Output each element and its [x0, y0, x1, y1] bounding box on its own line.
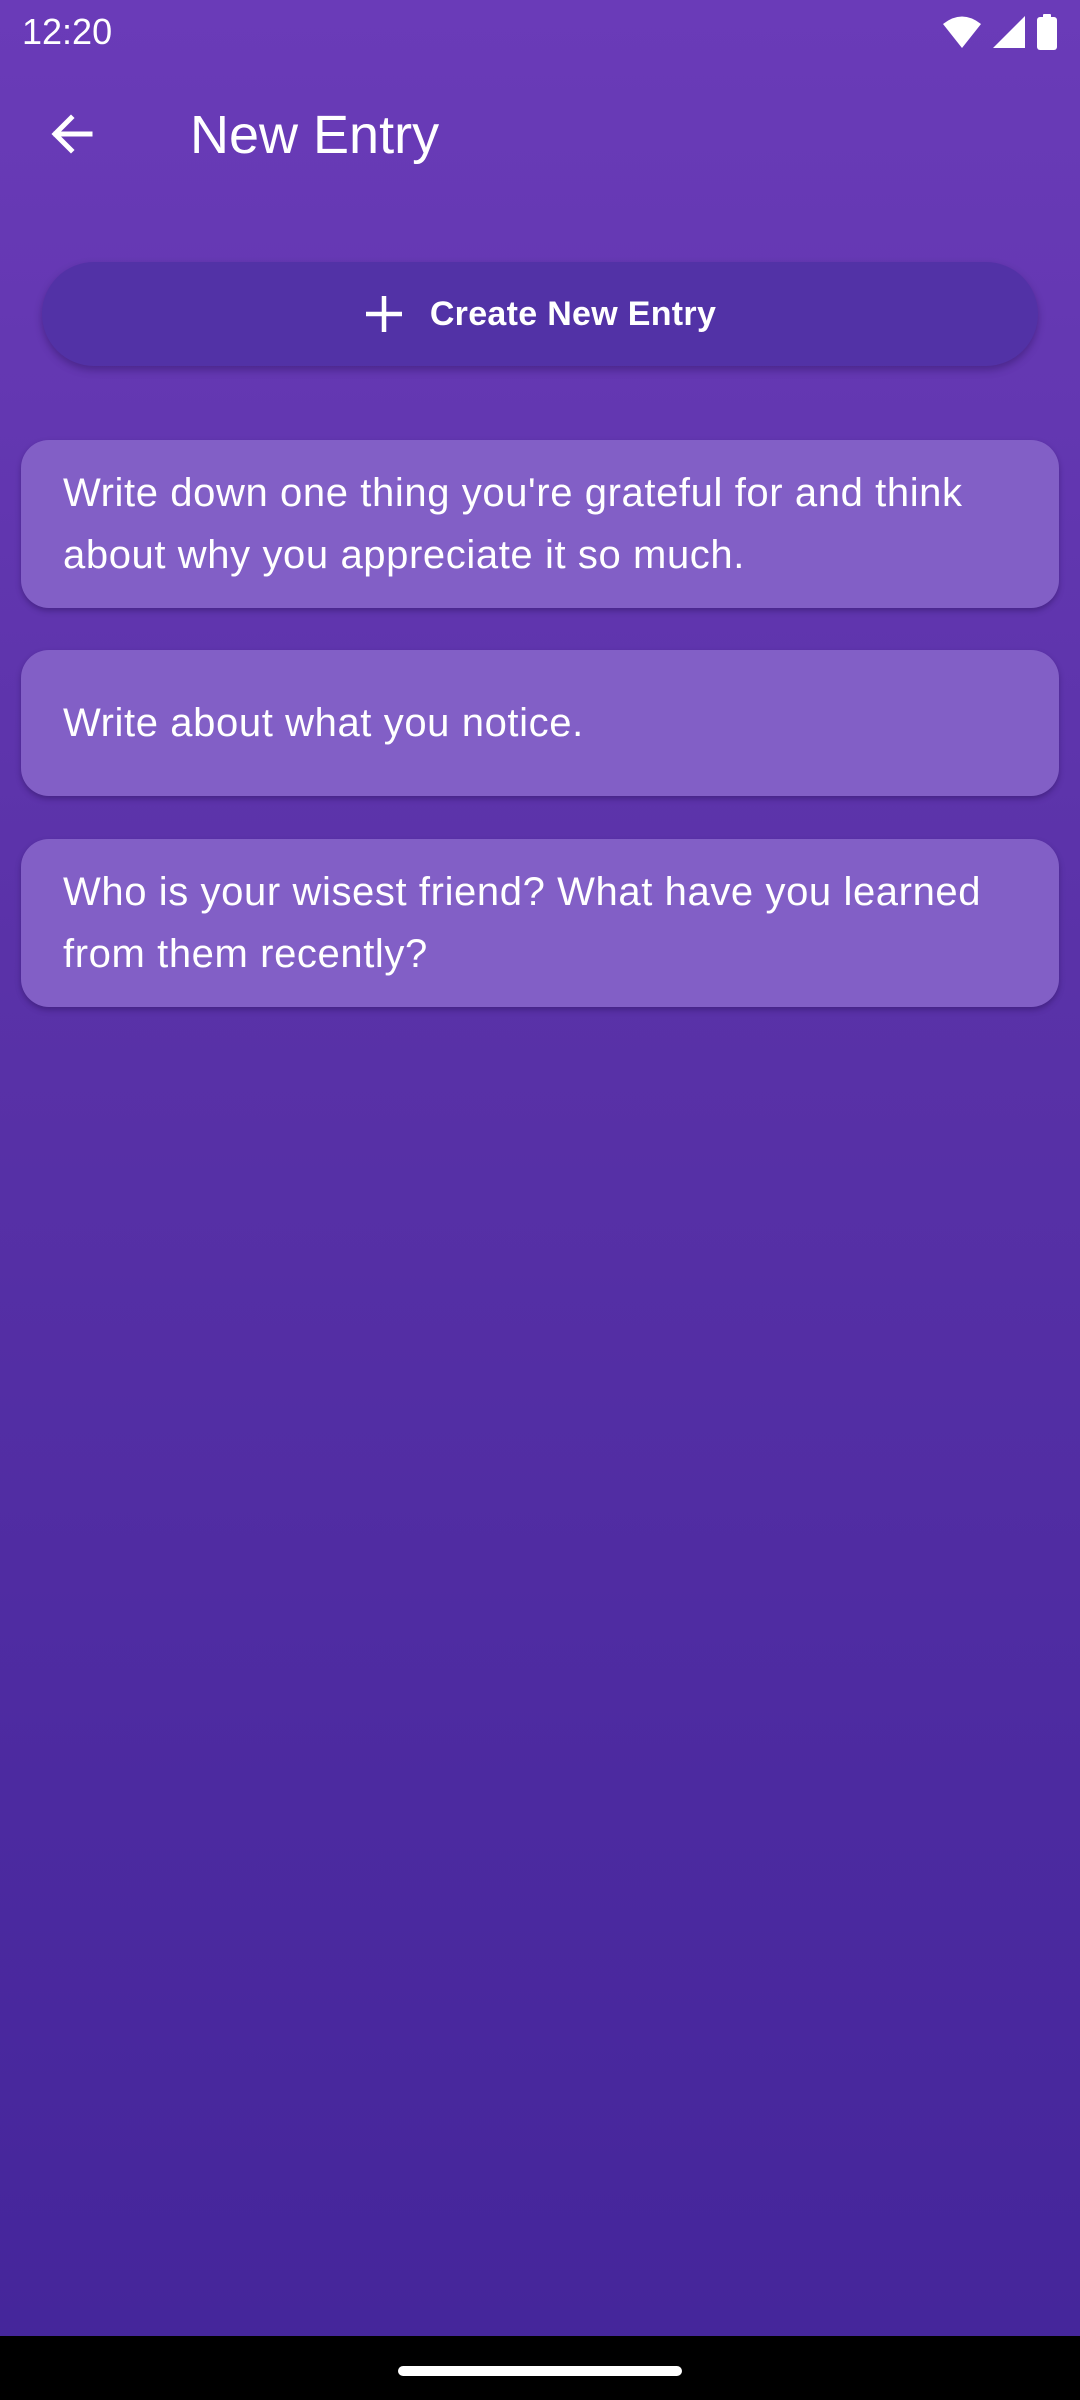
cellular-signal-icon: [992, 15, 1026, 49]
prompt-text: Who is your wisest friend? What have you…: [63, 870, 982, 976]
system-navigation-bar: [0, 2336, 1080, 2400]
status-time: 12:20: [22, 11, 113, 52]
battery-icon: [1036, 14, 1058, 50]
create-new-entry-button[interactable]: Create New Entry: [42, 262, 1038, 366]
wifi-icon: [942, 15, 982, 49]
prompt-card[interactable]: Write down one thing you're grateful for…: [21, 440, 1059, 608]
top-app-bar: New Entry: [0, 64, 1080, 208]
prompt-card[interactable]: Who is your wisest friend? What have you…: [21, 839, 1059, 1007]
status-icons: [942, 12, 1058, 52]
plus-icon: [364, 294, 404, 334]
back-button[interactable]: [32, 96, 112, 176]
status-bar: 12:20: [0, 0, 1080, 64]
prompt-text: Write down one thing you're grateful for…: [63, 471, 963, 577]
prompt-card[interactable]: Write about what you notice.: [21, 650, 1059, 796]
create-new-entry-label: Create New Entry: [429, 294, 717, 333]
arrow-back-icon: [48, 110, 96, 163]
page-title: New Entry: [190, 105, 440, 165]
home-gesture-handle[interactable]: [398, 2366, 682, 2376]
prompt-text: Write about what you notice.: [63, 701, 584, 745]
